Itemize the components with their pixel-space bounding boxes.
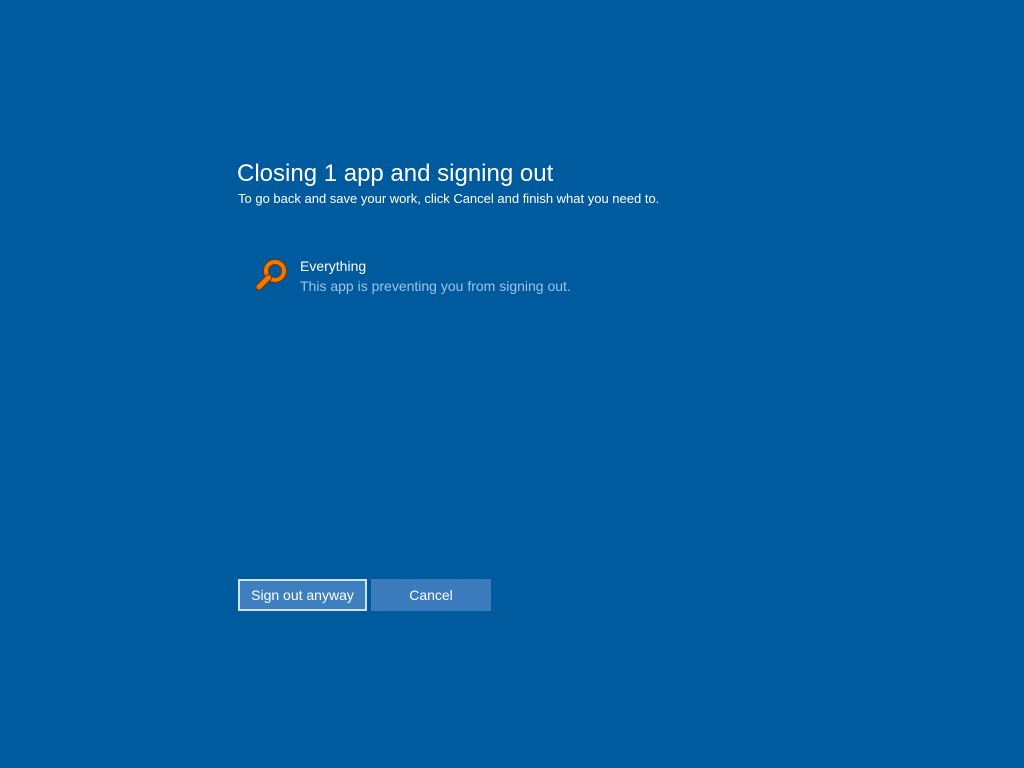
sign-out-anyway-button[interactable]: Sign out anyway bbox=[238, 579, 367, 611]
sign-out-screen: Closing 1 app and signing out To go back… bbox=[0, 0, 1024, 768]
app-name: Everything bbox=[300, 258, 367, 274]
cancel-button[interactable]: Cancel bbox=[371, 579, 491, 611]
page-subtitle: To go back and save your work, click Can… bbox=[238, 191, 660, 206]
app-status: This app is preventing you from signing … bbox=[300, 278, 571, 294]
blocking-app-item: Everything This app is preventing you fr… bbox=[254, 256, 674, 298]
page-title: Closing 1 app and signing out bbox=[237, 160, 554, 187]
magnifier-icon bbox=[254, 257, 290, 293]
